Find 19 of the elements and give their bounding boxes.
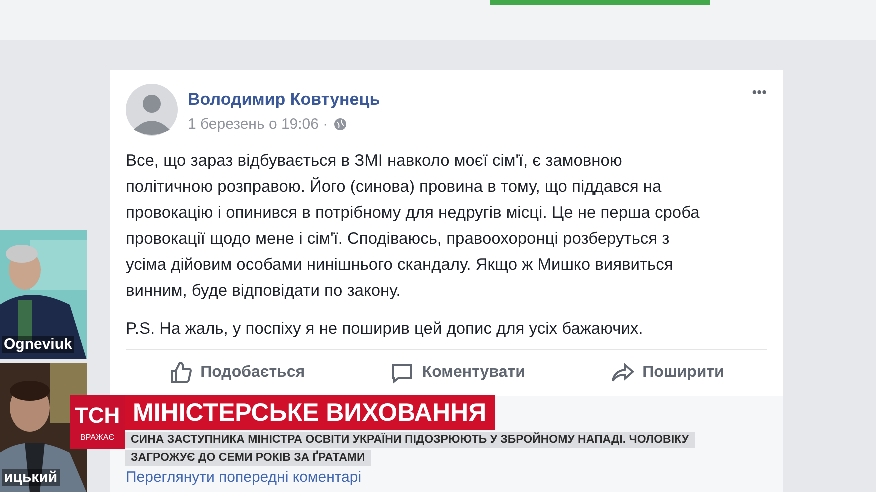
like-button[interactable]: Подобається [162, 360, 312, 386]
photo-caption: ицький [2, 469, 60, 486]
news-subtitle: ЗАГРОЖУЄ ДО СЕМИ РОКІВ ЗА ҐРАТАМИ [125, 450, 372, 466]
globe-icon [334, 118, 348, 131]
news-headline: МІНІСТЕРСЬКЕ ВИХОВАННЯ [125, 395, 495, 430]
avatar-icon[interactable] [126, 84, 178, 136]
photo-caption: Ogneviuk [2, 336, 74, 353]
comment-button[interactable]: Коментувати [384, 360, 532, 386]
post-date[interactable]: 1 березень о 19:06 · [188, 116, 328, 133]
author-name[interactable]: Володимир Ковтунець [188, 90, 742, 110]
share-button[interactable]: Поширити [604, 360, 730, 386]
thumbs-up-icon [168, 360, 193, 385]
logo-text: ТСН [74, 402, 120, 428]
news-subtitle: СИНА ЗАСТУПНИКА МІНІСТРА ОСВІТИ УКРАЇНИ ПІДОЗРЮЮТЬ У ЗБРОЙНОМУ НАПАДІ. ЧОЛОВІКУ [125, 432, 696, 448]
more-options-button[interactable]: ••• [752, 84, 767, 100]
post-text: Все, що зараз відбувається в ЗМІ навколо моєї сім'ї, є замовною політичною розправою. Його (синова) провина в тому, що піддався на провокацію і опинився в потрібному для недругів місці. Це не перша сроба провокації щодо мене і сім'ї. Сподіваюсь, правоохоронці розберуться з усіма дійовим особами нинішнього скандалу. Якщо ж Мишко виявиться винним, буде відповідати по закону. [126, 151, 700, 302]
post-text: P.S. На жаль, у поспіху я не поширив цей допис для усіх бажаючих. [126, 319, 644, 340]
logo-tagline: ВРАЖАЄ [80, 432, 114, 442]
previous-comments-link[interactable]: Переглянути попередні коментарі [126, 469, 362, 486]
